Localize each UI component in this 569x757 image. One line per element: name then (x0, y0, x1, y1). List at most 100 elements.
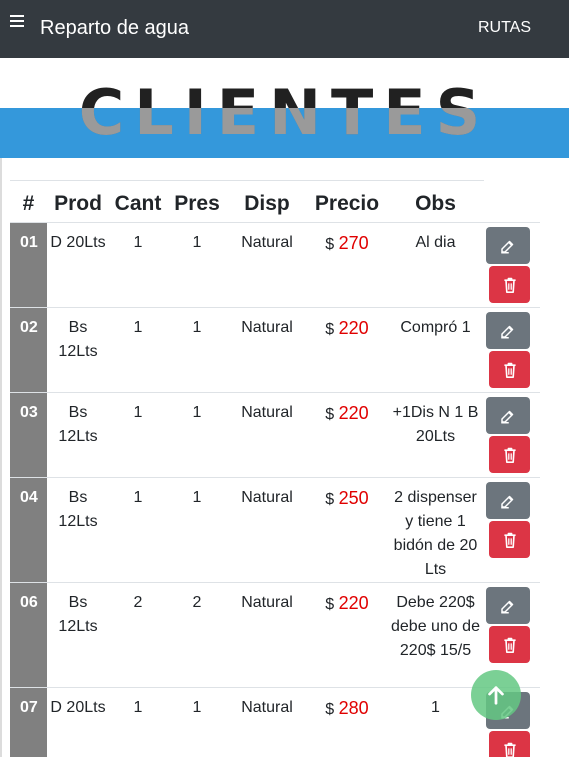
currency-symbol: $ (325, 596, 335, 613)
cell-prod: Bs 12Lts (47, 582, 109, 688)
cell-disp: Natural (227, 222, 307, 308)
trash-icon (503, 362, 516, 378)
cell-pres: 2 (167, 582, 227, 688)
row-number: 06 (10, 582, 47, 688)
delete-button[interactable] (489, 521, 530, 558)
left-divider (0, 158, 2, 757)
cell-precio: $ 220 (307, 392, 387, 478)
scroll-top-button[interactable] (471, 670, 521, 720)
header-num[interactable]: # (10, 180, 47, 223)
table-row: 02 Bs 12Lts 1 1 Natural $ 220 Compró 1 (10, 307, 540, 393)
edit-button[interactable] (486, 482, 530, 519)
edit-icon (501, 240, 514, 253)
trash-icon (503, 447, 516, 463)
clients-table: # Prod Cant Pres Disp Precio Obs 01 D 20L… (10, 180, 540, 757)
cell-actions (484, 477, 540, 583)
cell-actions (484, 307, 540, 393)
currency-symbol: $ (325, 491, 335, 508)
cell-pres: 1 (167, 392, 227, 478)
brand-title[interactable]: Reparto de agua (40, 16, 189, 40)
trash-icon (503, 637, 516, 653)
cell-precio: $ 220 (307, 582, 387, 688)
row-number: 02 (10, 307, 47, 393)
cell-prod: D 20Lts (47, 687, 109, 757)
cell-obs: Al dia (387, 222, 484, 308)
cell-prod: Bs 12Lts (47, 392, 109, 478)
currency-symbol: $ (325, 406, 335, 423)
table-row: 07 D 20Lts 1 1 Natural $ 280 1 (10, 687, 540, 757)
delete-button[interactable] (489, 436, 530, 473)
price-value: 250 (338, 488, 369, 508)
cell-pres: 1 (167, 687, 227, 757)
row-number: 07 (10, 687, 47, 757)
table-header-row: # Prod Cant Pres Disp Precio Obs (10, 180, 540, 223)
cell-disp: Natural (227, 392, 307, 478)
header-precio[interactable]: Precio (307, 180, 387, 223)
edit-icon (501, 325, 514, 338)
cell-cant: 1 (109, 477, 167, 583)
header-disp[interactable]: Disp (227, 180, 307, 223)
edit-button[interactable] (486, 587, 530, 624)
cell-obs: Compró 1 (387, 307, 484, 393)
cell-cant: 1 (109, 307, 167, 393)
page-title: CLIENTES CLIENTES (78, 76, 491, 149)
edit-button[interactable] (486, 227, 530, 264)
cell-prod: Bs 12Lts (47, 477, 109, 583)
cell-obs: +1Dis N 1 B 20Lts (387, 392, 484, 478)
header-cant[interactable]: Cant (109, 180, 167, 223)
currency-symbol: $ (325, 701, 335, 718)
price-value: 220 (338, 593, 369, 613)
cell-disp: Natural (227, 582, 307, 688)
cell-cant: 1 (109, 222, 167, 308)
trash-icon (503, 742, 516, 757)
table-row: 06 Bs 12Lts 2 2 Natural $ 220 Debe 220$ debe u… (10, 582, 540, 688)
cell-pres: 1 (167, 222, 227, 308)
table-row: 01 D 20Lts 1 1 Natural $ 270 Al dia (10, 222, 540, 308)
cell-pres: 1 (167, 307, 227, 393)
cell-actions (484, 222, 540, 308)
trash-icon (503, 532, 516, 548)
delete-button[interactable] (489, 351, 530, 388)
cell-obs: Debe 220$ debe uno de 220$ 15/5 (387, 582, 484, 688)
currency-symbol: $ (325, 321, 335, 338)
trash-icon (503, 277, 516, 293)
edit-button[interactable] (486, 397, 530, 434)
cell-precio: $ 280 (307, 687, 387, 757)
cell-disp: Natural (227, 687, 307, 757)
row-number: 03 (10, 392, 47, 478)
edit-button[interactable] (486, 312, 530, 349)
cell-precio: $ 270 (307, 222, 387, 308)
currency-symbol: $ (325, 236, 335, 253)
cell-prod: D 20Lts (47, 222, 109, 308)
cell-disp: Natural (227, 477, 307, 583)
table-row: 04 Bs 12Lts 1 1 Natural $ 250 2 dispenser y ti… (10, 477, 540, 583)
delete-button[interactable] (489, 731, 530, 757)
header-pres[interactable]: Pres (167, 180, 227, 223)
delete-button[interactable] (489, 626, 530, 663)
header-obs[interactable]: Obs (387, 180, 484, 223)
header-prod[interactable]: Prod (47, 180, 109, 223)
navbar: Reparto de agua RUTAS (0, 0, 569, 58)
table-row: 03 Bs 12Lts 1 1 Natural $ 220 +1Dis N 1 B 20Lt… (10, 392, 540, 478)
cell-disp: Natural (227, 307, 307, 393)
row-number: 04 (10, 477, 47, 583)
delete-button[interactable] (489, 266, 530, 303)
edit-icon (501, 410, 514, 423)
hamburger-icon[interactable] (10, 15, 24, 27)
nav-link-rutas[interactable]: RUTAS (478, 18, 531, 38)
price-value: 220 (338, 318, 369, 338)
price-value: 280 (338, 698, 369, 718)
row-number: 01 (10, 222, 47, 308)
cell-actions (484, 392, 540, 478)
cell-cant: 2 (109, 582, 167, 688)
cell-obs: 1 (387, 687, 484, 757)
cell-prod: Bs 12Lts (47, 307, 109, 393)
cell-cant: 1 (109, 687, 167, 757)
edit-icon (501, 495, 514, 508)
cell-precio: $ 250 (307, 477, 387, 583)
edit-icon (501, 600, 514, 613)
price-value: 220 (338, 403, 369, 423)
header-actions (484, 180, 540, 223)
cell-precio: $ 220 (307, 307, 387, 393)
cell-cant: 1 (109, 392, 167, 478)
